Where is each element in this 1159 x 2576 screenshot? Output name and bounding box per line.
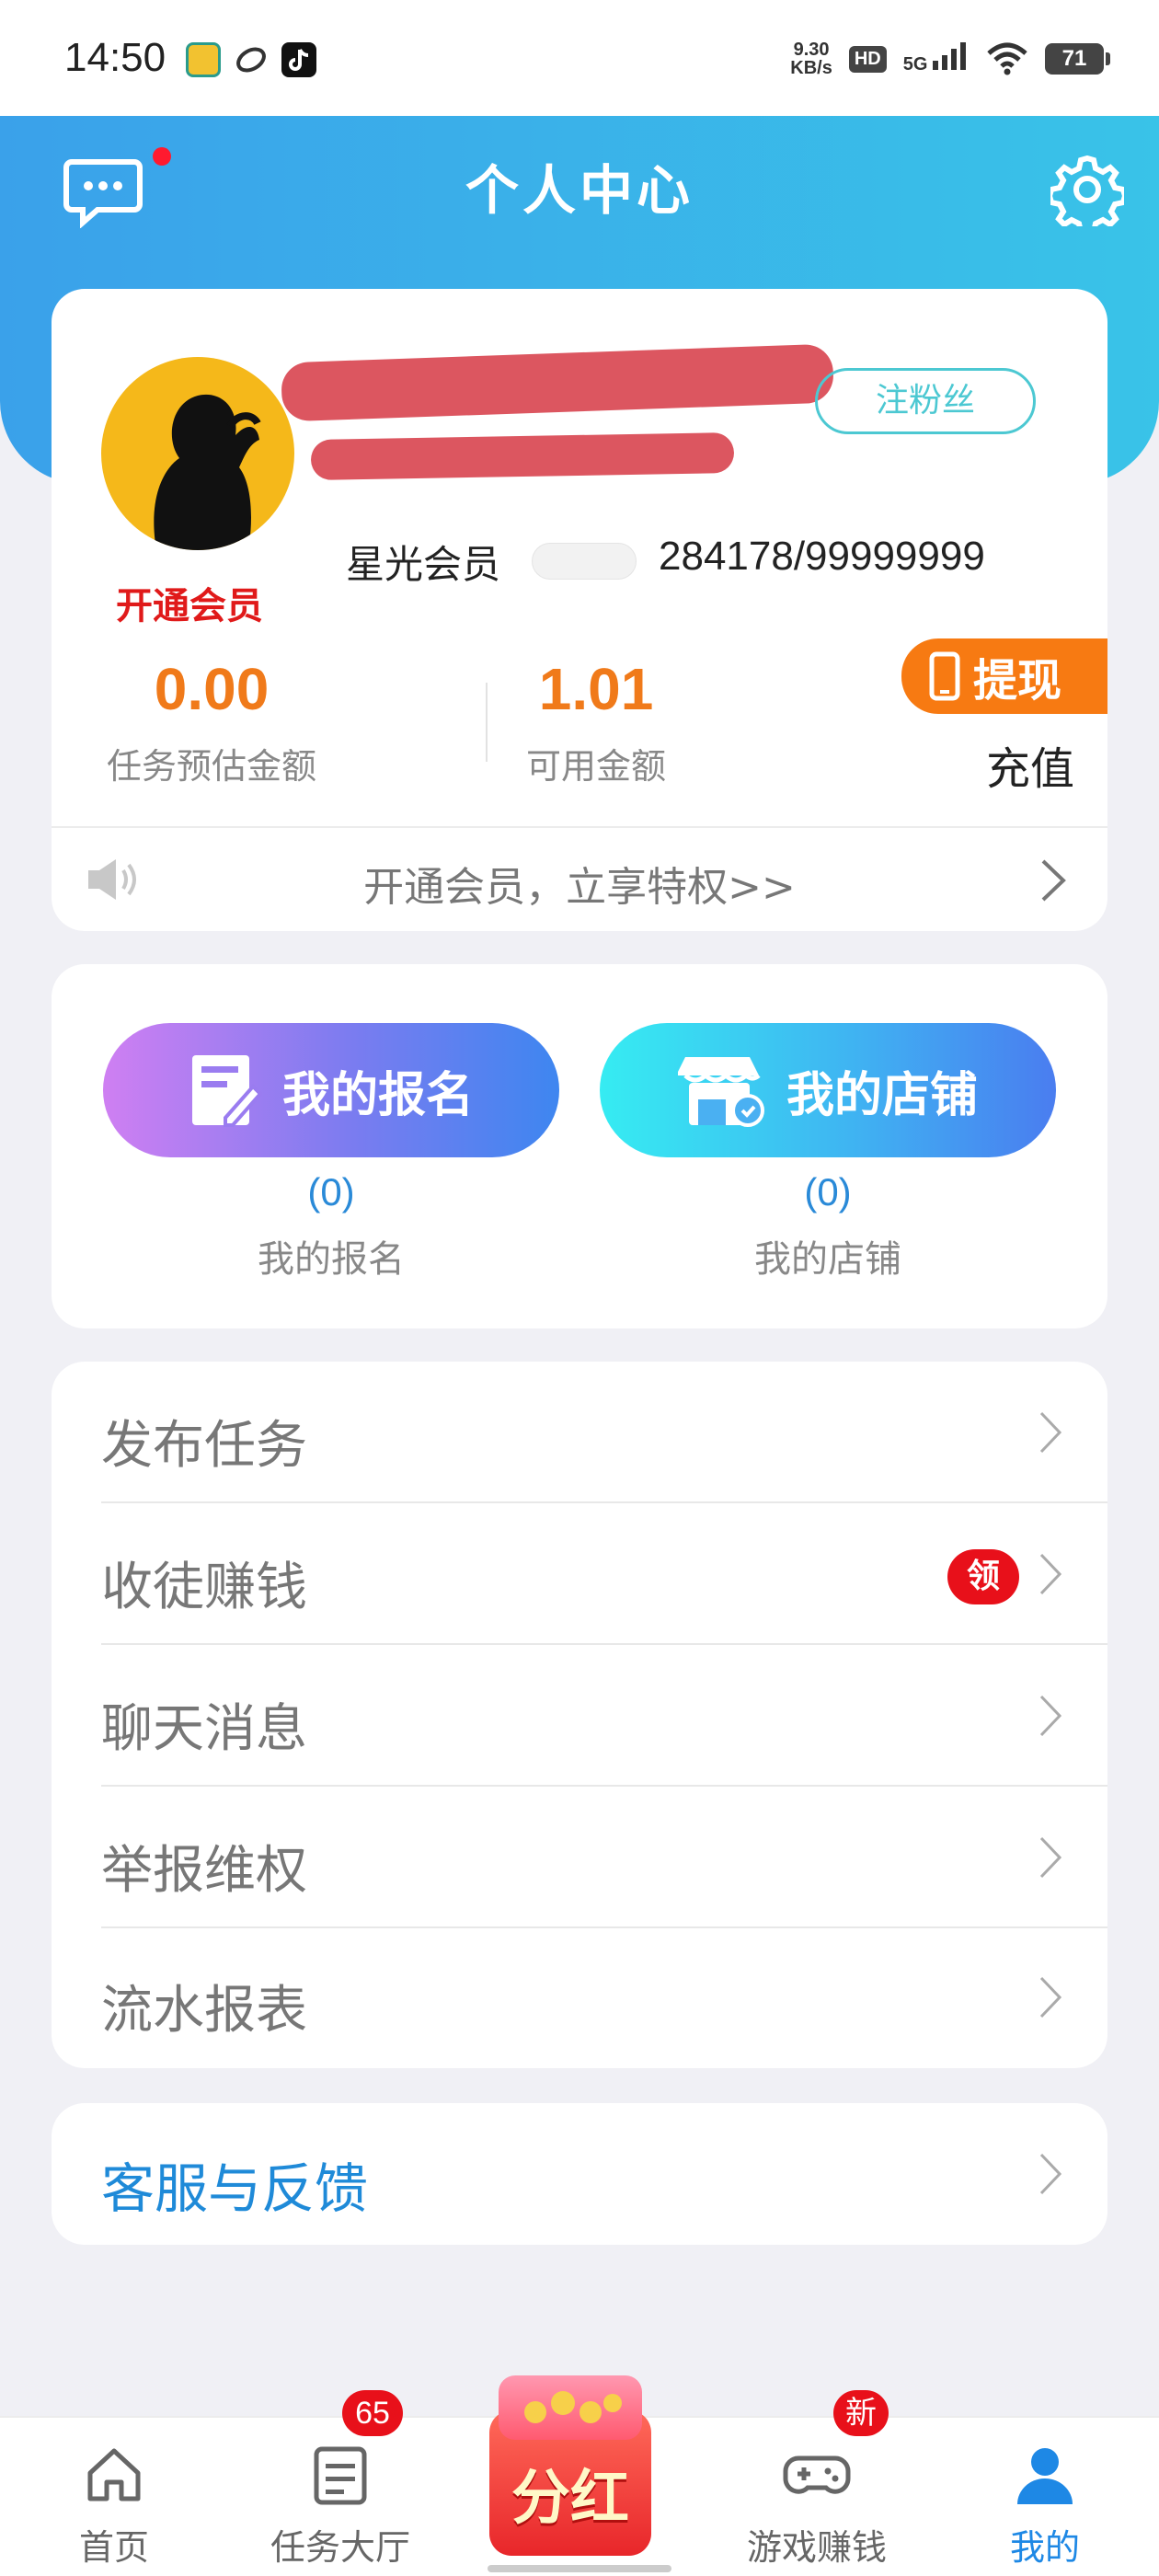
member-pill [532,543,637,580]
gift-top [499,2375,642,2440]
redacted-info [310,431,735,481]
tab-label: 任务大厅 [270,2527,410,2568]
available-amount: 1.01 [538,656,654,722]
estimated-amount-label: 任务预估金额 [106,746,316,787]
tab-label: 游戏赚钱 [746,2527,887,2568]
withdraw-button[interactable]: 提现 [901,638,1107,714]
menu-item-recruit-earn[interactable]: 收徒赚钱 领 [52,1503,1107,1645]
home-icon [87,2448,141,2501]
open-vip-link[interactable]: 开通会员 [116,576,263,629]
chevron-right-icon [1039,1976,1062,2018]
tab-mine[interactable]: 我的 [953,2444,1137,2576]
page-title: 个人中心 [465,159,694,222]
signup-form-icon [191,1055,262,1127]
chevron-right-icon [1039,1411,1062,1454]
menu-card: 发布任务 收徒赚钱 领 聊天消息 举报维权 流水报表 [52,1362,1107,2068]
signal-icon: 5G [903,42,970,75]
my-shop-button[interactable]: 我的店铺 [600,1023,1056,1157]
member-level: 星光会员 [346,542,501,587]
shop-count: (0) [804,1170,852,1213]
wifi-icon [987,42,1027,75]
signup-count: (0) [307,1170,355,1213]
new-badge: 新 [833,2390,889,2436]
chevron-right-icon [1041,859,1066,902]
estimated-amount: 0.00 [154,656,270,722]
actions-card: 我的报名 我的店铺 (0) 我的报名 (0) 我的店铺 [52,964,1107,1328]
my-signup-button[interactable]: 我的报名 [103,1023,559,1157]
task-count-badge: 65 [342,2390,403,2436]
member-id: 284178/99999999 [659,534,985,579]
tab-label: 我的 [1009,2527,1080,2568]
tiktok-notification-icon [281,42,316,77]
vip-notice-text: 开通会员，立享特权>> [363,864,796,911]
chevron-right-icon [1039,1836,1062,1879]
tab-task-hall[interactable]: 任务大厅 [248,2444,432,2576]
phone-icon [929,651,960,701]
menu-item-statement[interactable]: 流水报表 [52,1926,1107,2068]
chevron-right-icon [1039,2153,1062,2195]
menu-item-label: 聊天消息 [101,1699,307,1759]
user-icon [1017,2448,1073,2504]
tab-home[interactable]: 首页 [22,2444,206,2576]
hd-indicator: HD [848,45,887,73]
menu-item-report[interactable]: 举报维权 [52,1787,1107,1928]
status-bar: 14:50 9.30 KB/s HD 5G 71 [0,0,1159,116]
dividend-button[interactable]: 分红 [486,2375,655,2556]
menu-item-label: 举报维权 [101,1841,307,1901]
dividend-label: 分红 [511,2465,629,2533]
withdraw-label: 提现 [973,655,1062,707]
available-amount-label: 可用金额 [525,746,666,787]
tab-label: 首页 [78,2527,149,2568]
tab-game-earn[interactable]: 游戏赚钱 [725,2444,909,2576]
gear-icon[interactable] [1050,153,1124,226]
profile-card: 注粉丝 开通会员 星光会员 284178/99999999 0.00 任务预估金… [52,289,1107,931]
service-feedback-label: 客服与反馈 [101,2157,369,2220]
storefront-icon [677,1057,764,1127]
menu-item-label: 发布任务 [101,1416,307,1476]
network-speed: 9.30 KB/s [790,40,832,78]
redacted-username [281,343,834,422]
vip-notice-row[interactable]: 开通会员，立享特权>> [52,828,1107,931]
task-list-icon [314,2446,367,2505]
signup-caption: 我的报名 [258,1238,405,1281]
status-indicators: 9.30 KB/s HD 5G 71 [790,40,1110,78]
menu-item-publish-task[interactable]: 发布任务 [52,1362,1107,1503]
claim-badge: 领 [947,1549,1019,1604]
menu-item-label: 流水报表 [101,1981,307,2041]
gamepad-icon [783,2455,851,2494]
menu-item-label: 收徒赚钱 [101,1558,307,1617]
avatar[interactable] [101,357,294,550]
battery-icon: 71 [1045,43,1110,75]
fans-button[interactable]: 注粉丝 [815,368,1036,434]
app-notification-icon [234,42,269,77]
recharge-link[interactable]: 充值 [986,732,1074,797]
shop-caption: 我的店铺 [754,1238,901,1281]
chevron-right-icon [1039,1553,1062,1595]
my-shop-label: 我的店铺 [786,1067,978,1123]
service-feedback-row[interactable]: 客服与反馈 [52,2103,1107,2245]
menu-item-chat-messages[interactable]: 聊天消息 [52,1645,1107,1787]
my-signup-label: 我的报名 [281,1067,474,1123]
status-time: 14:50 [64,35,166,80]
home-indicator [488,2565,671,2572]
chevron-right-icon [1039,1695,1062,1737]
app-notification-icon [186,42,221,77]
